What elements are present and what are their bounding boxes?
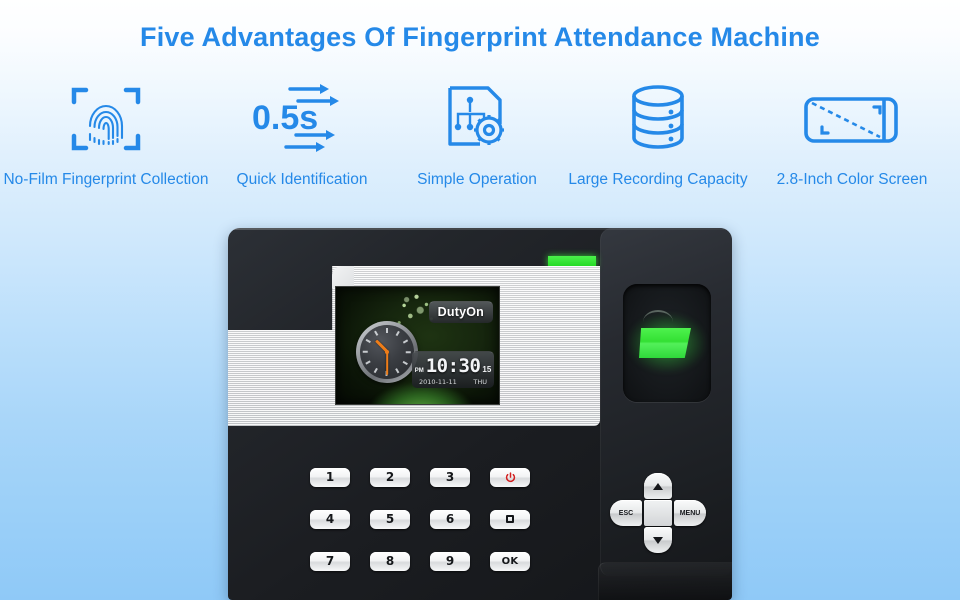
feature-list: No-Film Fingerprint Collection 0.5s Quic… — [0, 80, 960, 192]
feature-item-recording-capacity: Large Recording Capacity — [562, 80, 754, 192]
feature-item-quick-identification: 0.5s Quick Identification — [212, 80, 392, 192]
menu-button[interactable]: MENU — [674, 500, 706, 526]
feature-item-color-screen: 2.8-Inch Color Screen — [754, 80, 950, 192]
document-flowchart-gear-icon — [392, 80, 562, 158]
screen-diagonal-icon — [754, 80, 950, 158]
key-1[interactable]: 1 — [310, 467, 350, 487]
mode-badge: DutyOn — [428, 301, 493, 323]
key-5[interactable]: 5 — [370, 509, 410, 529]
key-8[interactable]: 8 — [370, 551, 410, 571]
feature-label: Large Recording Capacity — [568, 171, 748, 188]
square-icon — [506, 515, 514, 523]
arrow-down-icon — [653, 536, 663, 544]
nav-down-button[interactable] — [644, 527, 672, 553]
key-6[interactable]: 6 — [430, 509, 470, 529]
database-cylinder-icon — [562, 80, 754, 158]
key-7[interactable]: 7 — [310, 551, 350, 571]
digital-time-panel: PM 10:30 15 2010-11-11 THU — [412, 351, 494, 388]
navigation-pad: ESC MENU — [610, 473, 706, 553]
sensor-scan-pad — [639, 328, 691, 358]
weekday-label: THU — [473, 378, 487, 386]
speed-value: 0.5s — [252, 99, 318, 137]
fingerprint-scan-icon — [0, 80, 212, 158]
feature-label: Quick Identification — [236, 171, 368, 188]
key-3[interactable]: 3 — [430, 467, 470, 487]
status-led-indicator — [548, 256, 596, 267]
speed-arrows-icon: 0.5s — [212, 80, 392, 158]
bezel-corner — [332, 266, 354, 288]
analog-clock — [356, 321, 418, 383]
key-4[interactable]: 4 — [310, 509, 350, 529]
feature-item-simple-operation: Simple Operation — [392, 80, 562, 192]
fingerprint-sensor[interactable] — [623, 284, 711, 402]
clock-face — [360, 325, 414, 379]
fingerprint-attendance-machine: DutyOn PM 10:30 15 2010-11-11 THU 1 2 3 — [228, 228, 732, 600]
page-title: Five Advantages Of Fingerprint Attendanc… — [140, 22, 820, 52]
power-icon — [505, 471, 515, 482]
arrow-up-icon — [653, 482, 663, 490]
esc-button[interactable]: ESC — [610, 500, 642, 526]
sensor-arc — [643, 310, 673, 322]
bottom-panel-seam — [598, 562, 732, 600]
ampm-label: PM — [414, 368, 424, 374]
feature-item-fingerprint: No-Film Fingerprint Collection — [0, 80, 212, 192]
keypad: 1 2 3 4 5 6 7 8 9 OK — [300, 456, 540, 582]
feature-label: Simple Operation — [417, 171, 537, 188]
ok-button[interactable]: OK — [490, 551, 530, 571]
power-button[interactable] — [490, 467, 530, 487]
key-9[interactable]: 9 — [430, 551, 470, 571]
clock-minute-hand — [385, 352, 389, 375]
date-label: 2010-11-11 — [419, 378, 457, 386]
feature-label: 2.8-Inch Color Screen — [776, 171, 928, 188]
device-body: DutyOn PM 10:30 15 2010-11-11 THU 1 2 3 — [228, 228, 732, 600]
stop-button[interactable] — [490, 509, 530, 529]
clock-time: 10:30 — [425, 355, 481, 377]
clock-seconds: 15 — [482, 365, 492, 374]
key-2[interactable]: 2 — [370, 467, 410, 487]
lcd-screen: DutyOn PM 10:30 15 2010-11-11 THU — [335, 286, 500, 405]
clock-center-pin — [385, 350, 389, 354]
nav-center-button[interactable] — [644, 500, 672, 526]
feature-label: No-Film Fingerprint Collection — [3, 171, 209, 188]
nav-up-button[interactable] — [644, 473, 672, 499]
